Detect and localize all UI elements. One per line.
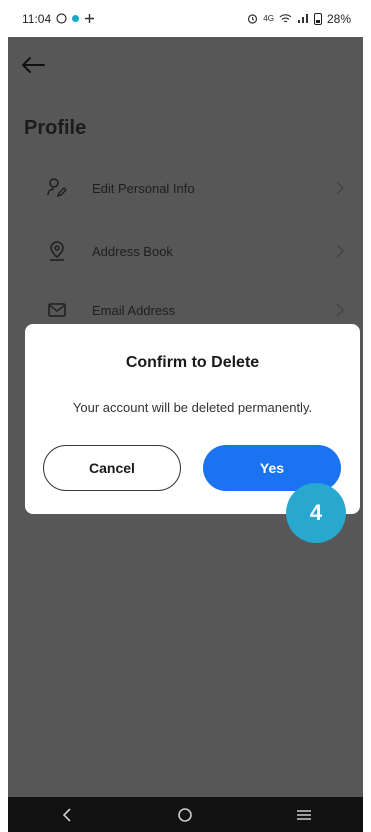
status-bar: 11:04 4G 28% — [8, 0, 363, 37]
step-number-badge: 4 — [286, 483, 346, 543]
signal-icon — [297, 14, 308, 23]
profile-screen: Profile Edit Personal Info Address Book … — [8, 37, 363, 797]
whatsapp-icon — [56, 13, 67, 24]
chevron-right-icon — [336, 303, 345, 317]
nav-home-button[interactable] — [165, 800, 205, 830]
nav-back-button[interactable] — [47, 800, 87, 830]
page-title: Profile — [24, 117, 87, 139]
menu-icon — [296, 809, 311, 820]
chevron-right-icon — [336, 244, 345, 258]
mail-icon — [46, 299, 68, 321]
phone-screen: 11:04 4G 28% Profile Edit Personal Info — [8, 0, 363, 832]
slack-icon — [85, 14, 95, 23]
location-pin-icon — [46, 240, 68, 262]
dialog-message: Your account will be deleted permanently… — [72, 400, 313, 415]
network-type-label: 4G — [263, 14, 274, 23]
menu-item-email-address[interactable]: Email Address — [46, 295, 346, 325]
status-time: 11:04 — [22, 11, 52, 26]
menu-item-label: Edit Personal Info — [92, 180, 195, 196]
alarm-icon — [248, 14, 258, 24]
menu-item-edit-personal-info[interactable]: Edit Personal Info — [46, 173, 346, 203]
wifi-icon — [279, 14, 292, 23]
menu-item-label: Address Book — [92, 243, 173, 259]
nav-menu-button[interactable] — [284, 800, 324, 830]
battery-percent: 28% — [326, 11, 351, 26]
menu-item-address-book[interactable]: Address Book — [46, 236, 346, 266]
dialog-title: Confirm to Delete — [125, 354, 260, 371]
back-arrow-icon[interactable] — [18, 53, 48, 77]
system-nav-bar — [8, 797, 363, 832]
menu-item-label: Email Address — [92, 302, 176, 318]
app-notification-icon — [72, 15, 80, 22]
battery-icon — [313, 12, 322, 25]
cancel-button[interactable]: Cancel — [43, 445, 181, 491]
chevron-left-icon — [63, 807, 71, 822]
chevron-right-icon — [336, 181, 345, 195]
user-edit-icon — [46, 177, 68, 199]
home-circle-icon — [178, 807, 193, 822]
